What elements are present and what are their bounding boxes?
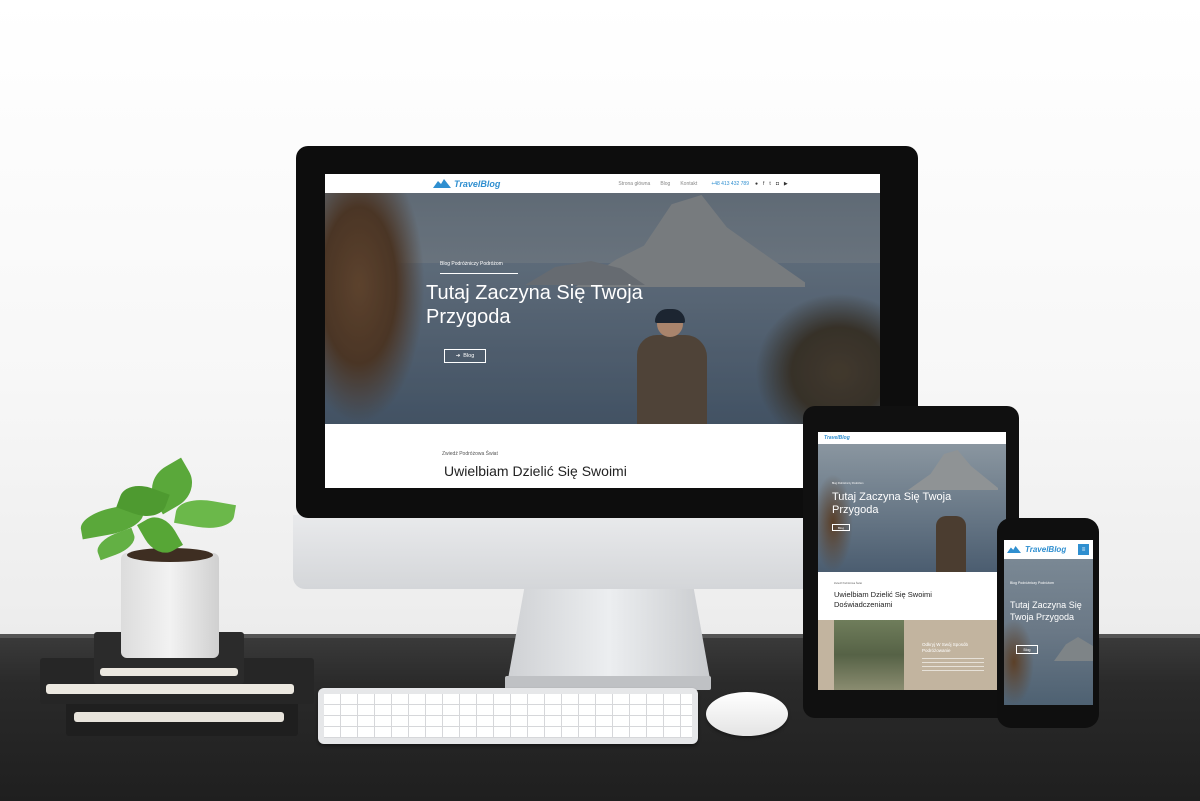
site-logo[interactable]: TravelBlog (433, 179, 500, 189)
intro-subtitle: Zwiedź Podróżowa Świat (442, 451, 498, 457)
instagram-icon[interactable]: ◘ (776, 181, 779, 187)
tablet-hero-title: Tutaj Zaczyna Się Twoja Przygoda (832, 491, 952, 516)
book-middle-pages (46, 684, 294, 694)
tablet-hero-button[interactable]: Blog (832, 524, 850, 531)
tablet-logo[interactable]: TravelBlog (824, 435, 850, 441)
tablet-hero-tree (818, 474, 853, 572)
phone-number[interactable]: +48 413 432 789 (711, 181, 749, 187)
hero-section: Blog Podróżniczy Podróżom Tutaj Zaczyna … (325, 193, 880, 424)
tablet-hero-rock (908, 450, 998, 490)
tablet-intro-title: Uwielbiam Dzielić Się Swoimi Doświadczen… (834, 590, 932, 609)
hero-button-label: Blog (463, 353, 475, 359)
tablet-intro: Zwiedź Podróżowa Świat Uwielbiam Dzielić… (818, 572, 1006, 690)
social-links: ● f t ◘ ▶ (755, 181, 788, 187)
book-bottom-pages (74, 712, 284, 722)
twitter-icon[interactable]: t (769, 181, 770, 187)
phone-hero-subtitle: Blog Podróżniczy Podróżom (1010, 581, 1054, 585)
intro-section: Zwiedź Podróżowa Świat Uwielbiam Dzielić… (325, 424, 880, 488)
mouse (706, 692, 788, 736)
tablet-hero: Blog Podróżniczy Podróżom Tutaj Zaczyna … (818, 444, 1006, 572)
user-icon[interactable]: ● (755, 181, 758, 187)
tablet-hero-person (936, 516, 966, 572)
nav-links: Strona główna Blog Kontakt (618, 181, 697, 187)
phone-hero-rock (1054, 637, 1093, 661)
phone-hero: Blog Podróżniczy Podróżom Tutaj Zaczyna … (1004, 559, 1093, 705)
hamburger-menu-icon[interactable]: ≡ (1078, 544, 1089, 555)
imac-stand (508, 589, 710, 679)
hero-title: Tutaj Zaczyna Się Twoja Przygoda (426, 282, 643, 328)
desktop-website: TravelBlog Strona główna Blog Kontakt +4… (325, 174, 880, 488)
nav-link-home[interactable]: Strona główna (618, 181, 650, 187)
logo-text: TravelBlog (454, 178, 501, 189)
tablet-hero-subtitle: Blog Podróżniczy Podróżom (832, 482, 864, 485)
phone-hero-tree (1004, 619, 1034, 705)
hero-blog-button[interactable]: ➔ Blog (444, 349, 486, 363)
phone-navbar: TravelBlog ≡ (1004, 540, 1093, 559)
mountain-logo-icon (433, 179, 451, 188)
phone-logo[interactable]: TravelBlog (1025, 545, 1066, 554)
tablet-card-text (922, 658, 984, 672)
nav-link-blog[interactable]: Blog (660, 181, 670, 187)
hero-subtitle: Blog Podróżniczy Podróżom (440, 261, 503, 267)
mountain-logo-icon (1007, 546, 1021, 553)
arrow-right-icon: ➔ (455, 353, 461, 359)
tablet-card-title: Odkryj W Swój Sposób Podróżowanie (922, 642, 969, 653)
tablet-card-image (834, 620, 904, 690)
tablet-website: TravelBlog Blog Podróżniczy Podróżom Tut… (818, 432, 1006, 690)
desktop-navbar: TravelBlog Strona główna Blog Kontakt +4… (325, 174, 880, 194)
nav-link-contact[interactable]: Kontakt (680, 181, 697, 187)
facebook-icon[interactable]: f (763, 181, 764, 187)
keyboard (318, 688, 698, 744)
youtube-icon[interactable]: ▶ (784, 181, 788, 187)
phone-hero-button[interactable]: Blog (1016, 645, 1038, 654)
tablet-feature-card: Odkryj W Swój Sposób Podróżowanie (818, 620, 1006, 690)
tablet-intro-subtitle: Zwiedź Podróżowa Świat (834, 582, 862, 585)
phone-hero-title: Tutaj Zaczyna Się Twoja Przygoda (1010, 600, 1082, 622)
intro-title: Uwielbiam Dzielić Się Swoimi (444, 463, 627, 479)
phone-website: TravelBlog ≡ Blog Podróżniczy Podróżom T… (1004, 540, 1093, 705)
hero-divider (440, 273, 518, 274)
book-top-pages (100, 668, 238, 676)
plant-pot (121, 553, 219, 658)
